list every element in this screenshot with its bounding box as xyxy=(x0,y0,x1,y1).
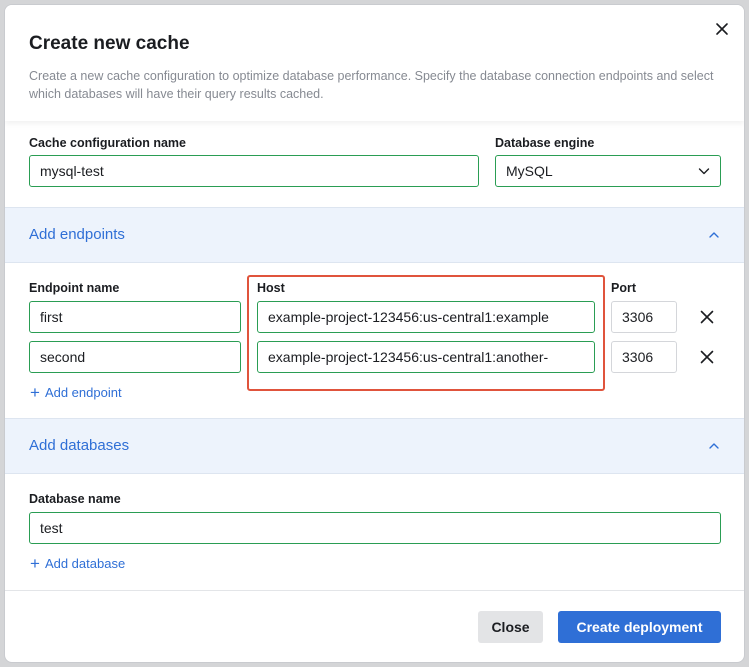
close-icon[interactable] xyxy=(714,21,730,37)
endpoint-name-input[interactable]: first xyxy=(29,301,241,333)
engine-select[interactable]: MySQL xyxy=(495,155,721,187)
dialog-description: Create a new cache configuration to opti… xyxy=(29,69,714,101)
port-label: Port xyxy=(611,281,636,295)
databases-section-header[interactable]: Add databases xyxy=(5,418,744,474)
port-input[interactable]: 3306 xyxy=(611,341,677,373)
create-deployment-button[interactable]: Create deployment xyxy=(558,611,721,643)
add-database-link[interactable]: + Add database xyxy=(30,554,125,574)
engine-label: Database engine xyxy=(495,136,595,150)
endpoint-name-input[interactable]: second xyxy=(29,341,241,373)
remove-endpoint-icon[interactable] xyxy=(700,310,714,324)
chevron-down-icon xyxy=(698,168,710,175)
dialog-header: Create new cache Create a new cache conf… xyxy=(5,5,744,121)
chevron-up-icon xyxy=(709,232,719,238)
engine-value: MySQL xyxy=(506,163,553,179)
add-endpoint-link[interactable]: + Add endpoint xyxy=(30,383,122,403)
add-database-label: Add database xyxy=(44,556,126,571)
cache-name-label: Cache configuration name xyxy=(29,136,186,150)
plus-icon: + xyxy=(30,554,40,573)
port-input[interactable]: 3306 xyxy=(611,301,677,333)
endpoint-name-label: Endpoint name xyxy=(29,281,120,295)
host-column-highlight xyxy=(247,275,605,391)
close-button[interactable]: Close xyxy=(478,611,543,643)
create-cache-dialog: Create new cache Create a new cache conf… xyxy=(4,4,745,663)
plus-icon: + xyxy=(30,383,40,402)
dialog-footer: Close Create deployment xyxy=(5,590,744,662)
endpoints-section-header[interactable]: Add endpoints xyxy=(5,207,744,263)
databases-section-title: Add databases xyxy=(29,437,130,454)
add-endpoint-label: Add endpoint xyxy=(44,385,122,400)
database-name-input[interactable]: test xyxy=(29,512,721,544)
chevron-up-icon xyxy=(709,443,719,449)
endpoints-section-title: Add endpoints xyxy=(29,226,125,243)
dialog-title: Create new cache xyxy=(29,33,190,54)
cache-name-input[interactable]: mysql-test xyxy=(29,155,479,187)
database-name-label: Database name xyxy=(29,492,121,506)
remove-endpoint-icon[interactable] xyxy=(700,350,714,364)
